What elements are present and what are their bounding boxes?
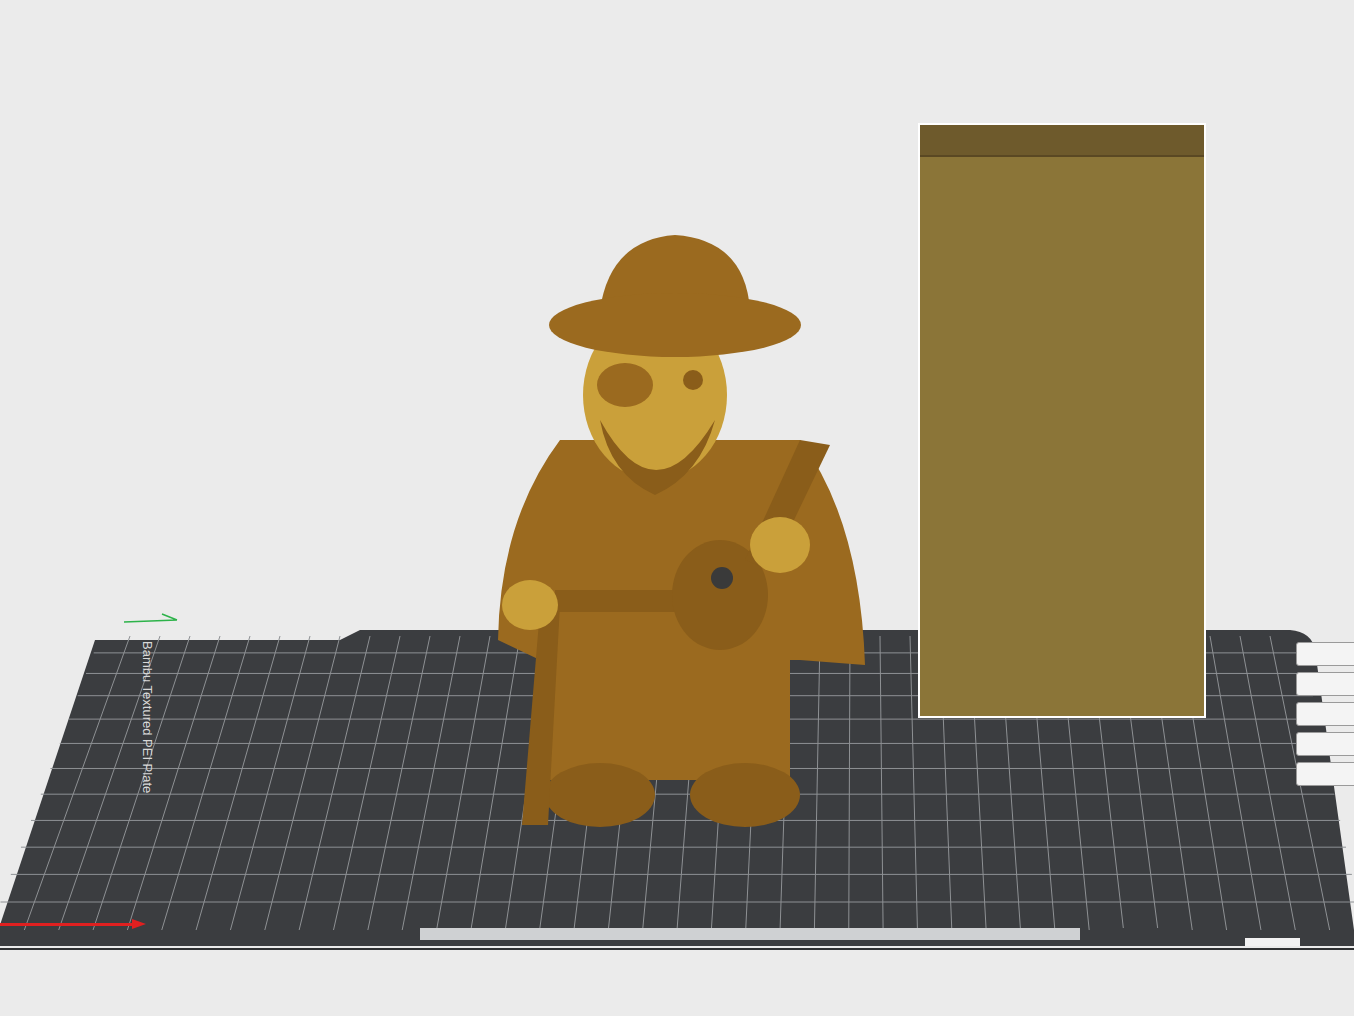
toolbar-button[interactable] — [1296, 672, 1354, 696]
x-axis-icon — [0, 923, 140, 926]
right-toolbar — [1296, 642, 1354, 786]
toolbar-button[interactable] — [1296, 702, 1354, 726]
prime-tower-top — [920, 125, 1204, 157]
toolbar-button[interactable] — [1296, 762, 1354, 786]
gnome-model[interactable] — [480, 225, 880, 845]
viewport-3d[interactable]: Bambu Textured PEI Plate — [0, 0, 1354, 1016]
toolbar-button[interactable] — [1296, 642, 1354, 666]
toolbar-button[interactable] — [1296, 732, 1354, 756]
y-axis-icon — [122, 612, 182, 624]
plate-label: Bambu Textured PEI Plate — [139, 641, 155, 791]
x-axis-arrow-icon — [132, 919, 146, 929]
prime-tower[interactable] — [918, 123, 1206, 718]
